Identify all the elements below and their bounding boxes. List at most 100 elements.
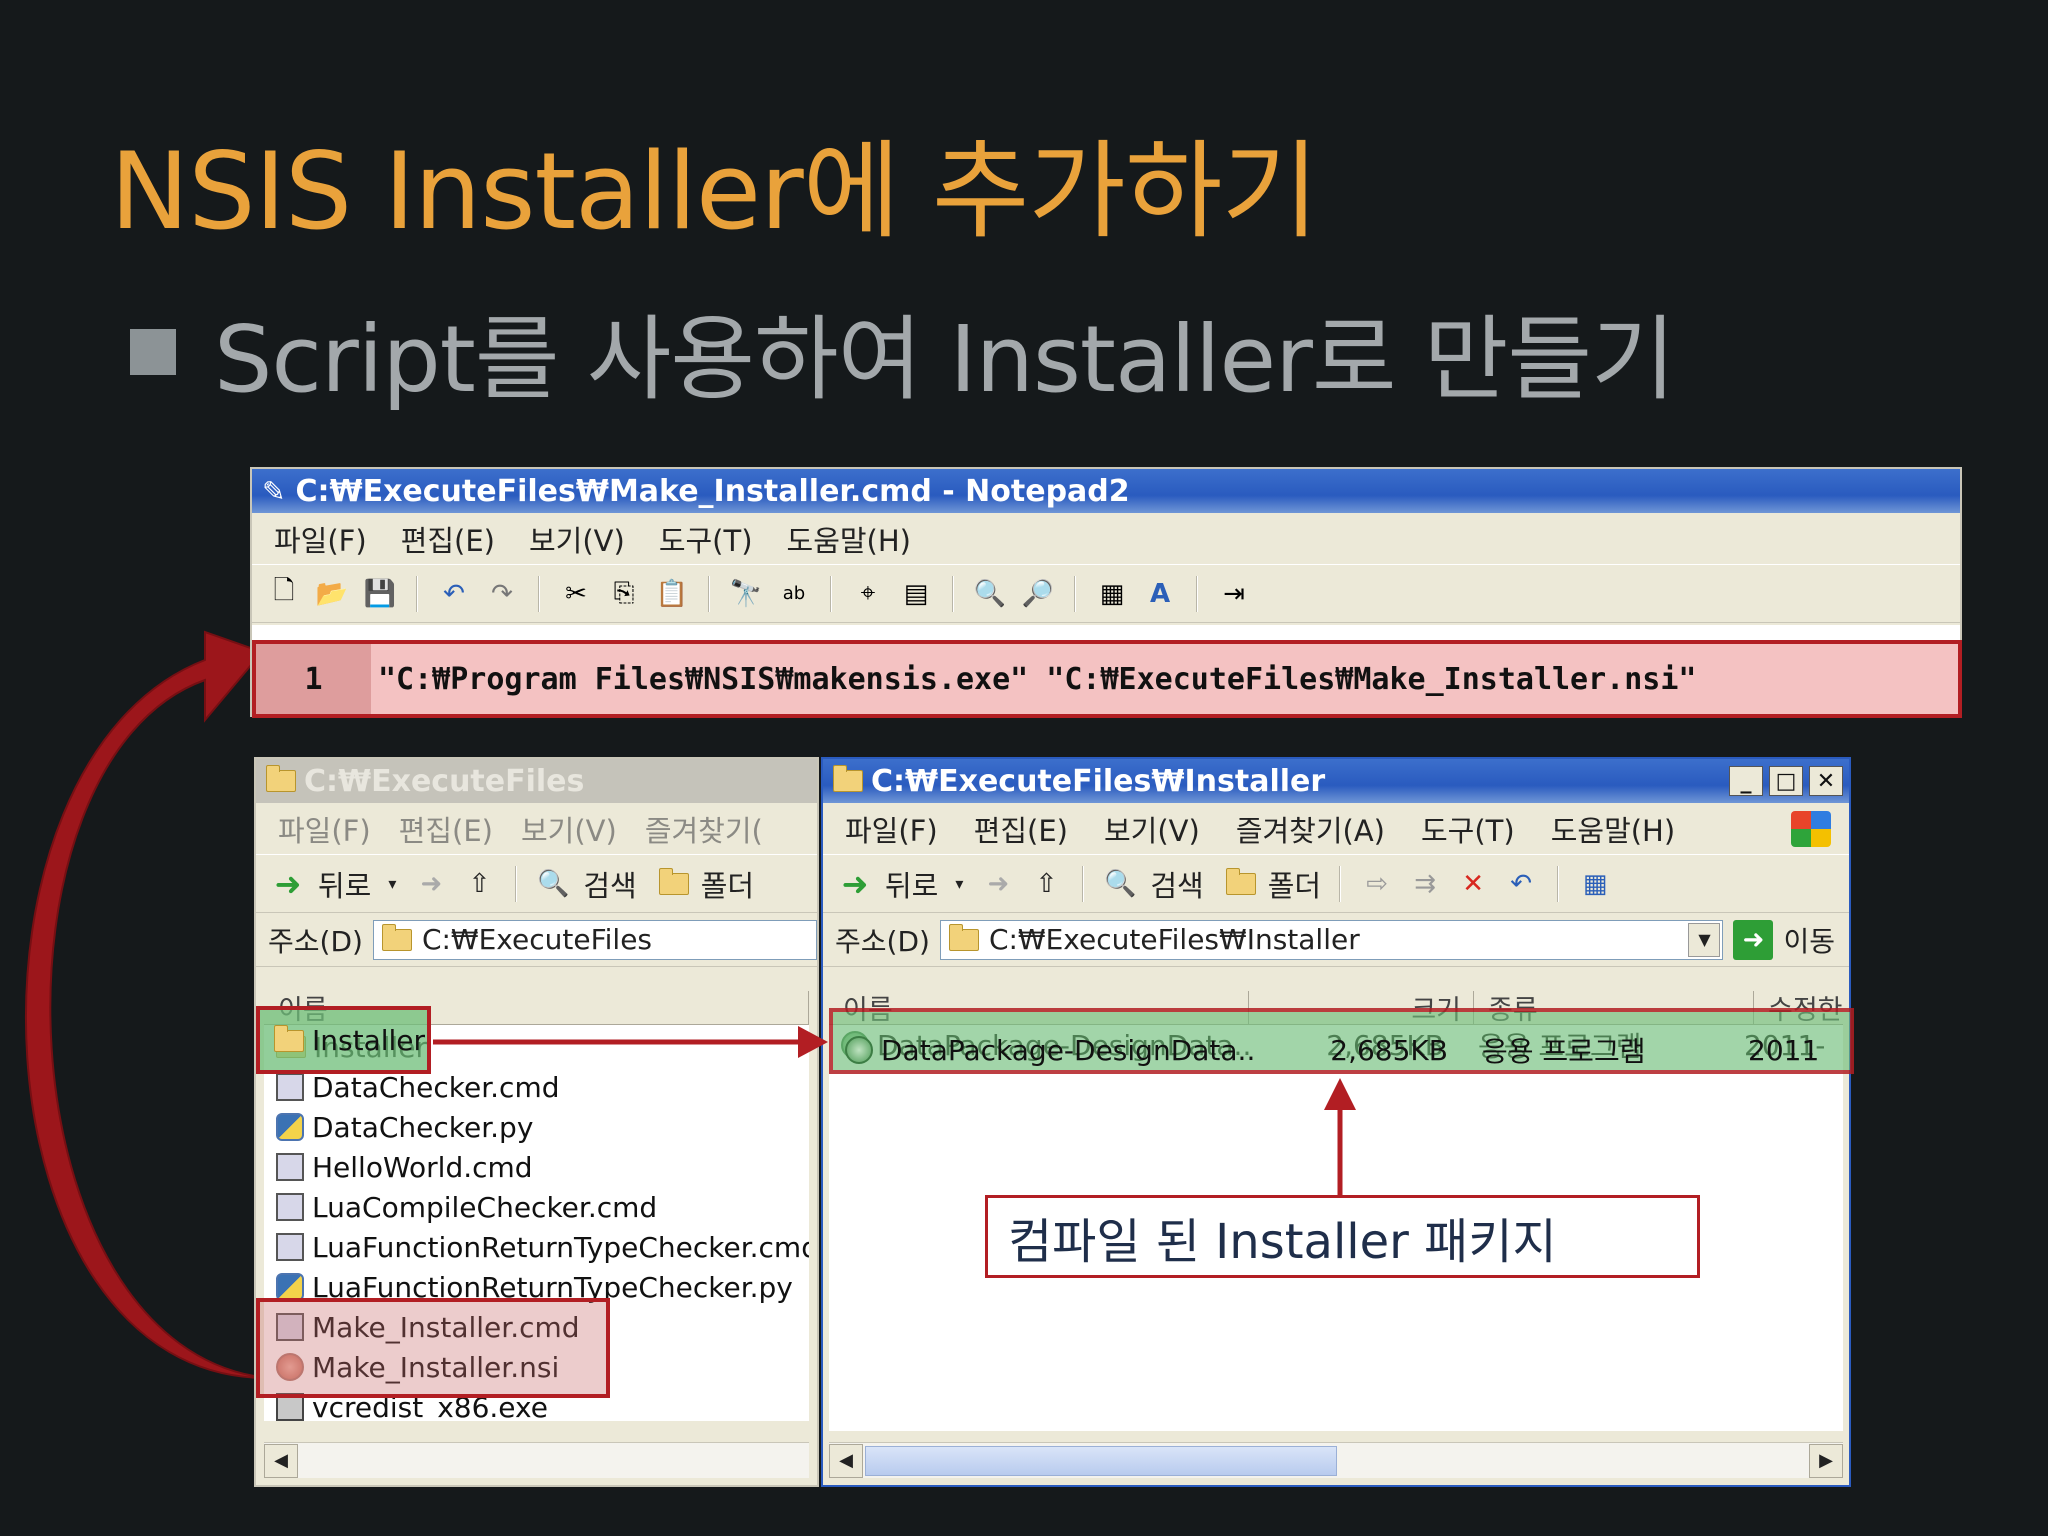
cell-modified: 2011- <box>1748 1033 1818 1067</box>
cmd-file-icon <box>276 1233 304 1261</box>
goto-icon[interactable]: ▤ <box>898 576 934 612</box>
list-item[interactable]: HelloWorld.cmd <box>264 1147 809 1187</box>
chevron-down-icon[interactable]: ▾ <box>383 866 401 902</box>
right-horizontal-scrollbar[interactable]: ◀ ▶ <box>829 1442 1843 1478</box>
folders-button[interactable]: 폴더 <box>701 863 754 905</box>
folders-button[interactable]: 폴더 <box>1268 863 1321 905</box>
delete-icon[interactable]: ✕ <box>1455 866 1491 902</box>
left-explorer-titlebar[interactable]: C:₩ExecuteFiles <box>256 759 817 803</box>
redo-icon[interactable]: ↷ <box>484 576 520 612</box>
address-dropdown-icon[interactable]: ▼ <box>1688 922 1721 957</box>
line-number: 1 <box>304 661 323 697</box>
replace-icon[interactable]: ab <box>776 576 812 612</box>
scroll-left-icon[interactable]: ◀ <box>264 1443 298 1478</box>
cell-name: DataPackage-DesignData... <box>881 1033 1253 1067</box>
undo-icon[interactable]: ↶ <box>436 576 472 612</box>
address-field[interactable]: C:₩ExecuteFiles₩Installer ▼ <box>939 919 1724 960</box>
toolbar-separator <box>1557 865 1560 902</box>
menu-favorites[interactable]: 즐겨찾기(A) <box>1236 808 1385 850</box>
search-icon[interactable]: 🔍 <box>535 866 571 902</box>
chevron-down-icon[interactable]: ▾ <box>950 866 968 902</box>
search-button[interactable]: 검색 <box>1150 863 1203 905</box>
go-button[interactable]: 이동 <box>1783 920 1835 960</box>
address-value: C:₩ExecuteFiles₩Installer <box>988 923 1360 956</box>
back-arrow-icon[interactable]: ➜ <box>270 865 306 903</box>
undo-icon[interactable]: ↶ <box>1503 866 1539 902</box>
zoom-in-icon[interactable]: 🔍 <box>972 576 1008 612</box>
back-button[interactable]: 뒤로 <box>885 863 938 905</box>
search-icon[interactable]: 🔍 <box>1102 866 1138 902</box>
cmd-file-icon <box>276 1073 304 1101</box>
copy-to-icon[interactable]: ⇉ <box>1407 866 1443 902</box>
forward-arrow-icon[interactable]: ➜ <box>413 866 449 902</box>
toolbar-separator <box>1082 865 1085 902</box>
cut-icon[interactable]: ✂ <box>558 576 594 612</box>
exit-icon[interactable]: ⇥ <box>1216 576 1252 612</box>
menu-edit[interactable]: 편집(E) <box>399 808 493 850</box>
up-folder-icon[interactable]: ⇧ <box>461 866 497 902</box>
menu-file[interactable]: 파일(F) <box>274 518 367 560</box>
menu-edit[interactable]: 편집(E) <box>974 808 1068 850</box>
menu-view[interactable]: 보기(V) <box>529 518 625 560</box>
right-explorer-titlebar[interactable]: C:₩ExecuteFiles₩Installer _ □ ✕ <box>823 759 1849 803</box>
notepad-toolbar: 🗋 📂 💾 ↶ ↷ ✂ ⎘ 📋 🔭 ab ⌖ ▤ 🔍 🔎 ▦ A ⇥ <box>252 565 1960 623</box>
back-arrow-icon[interactable]: ➜ <box>837 865 873 903</box>
bullet-text: Script를 사용하여 Installer로 만들기 <box>214 306 1676 413</box>
new-file-icon[interactable]: 🗋 <box>266 576 302 612</box>
search-button[interactable]: 검색 <box>583 863 636 905</box>
folder-icon <box>833 765 863 792</box>
menu-help[interactable]: 도움말(H) <box>787 518 911 560</box>
menu-edit[interactable]: 편집(E) <box>401 518 495 560</box>
zoom-out-icon[interactable]: 🔎 <box>1020 576 1056 612</box>
scheme-icon[interactable]: ▦ <box>1094 576 1130 612</box>
copy-icon[interactable]: ⎘ <box>606 576 642 612</box>
notepad-title: C:₩ExecuteFiles₩Make_Installer.cmd - Not… <box>295 473 1130 509</box>
folder-icon <box>381 923 412 951</box>
up-folder-icon[interactable]: ⇧ <box>1028 866 1064 902</box>
list-item[interactable]: LuaFunctionReturnTypeChecker.cmd <box>264 1227 809 1267</box>
file-name: Installer <box>312 1024 426 1057</box>
notepad-titlebar[interactable]: ✎ C:₩ExecuteFiles₩Make_Installer.cmd - N… <box>252 469 1960 513</box>
move-to-icon[interactable]: ⇨ <box>1359 866 1395 902</box>
scroll-left-icon[interactable]: ◀ <box>829 1443 863 1478</box>
left-horizontal-scrollbar[interactable]: ◀ <box>264 1442 809 1478</box>
menu-tools[interactable]: 도구(T) <box>659 518 753 560</box>
menu-favorites[interactable]: 즐겨찾기( <box>645 808 763 850</box>
open-folder-icon[interactable]: 📂 <box>314 576 350 612</box>
list-item[interactable]: LuaCompileChecker.cmd <box>264 1187 809 1227</box>
menu-file[interactable]: 파일(F) <box>278 808 371 850</box>
cell-size: 2,685KB <box>1330 1033 1448 1067</box>
folders-icon[interactable] <box>658 867 689 895</box>
font-icon[interactable]: A <box>1142 576 1178 612</box>
forward-arrow-icon[interactable]: ➜ <box>980 866 1016 902</box>
save-icon[interactable]: 💾 <box>362 576 398 612</box>
close-icon[interactable]: ✕ <box>1809 766 1843 796</box>
toolbar-separator <box>416 575 418 612</box>
minimize-icon[interactable]: _ <box>1729 766 1763 796</box>
file-name: LuaFunctionReturnTypeChecker.cmd <box>312 1230 809 1264</box>
menu-view[interactable]: 보기(V) <box>521 808 617 850</box>
toolbar-separator <box>515 865 518 902</box>
scroll-thumb[interactable] <box>865 1445 1337 1476</box>
go-arrow-icon[interactable]: ➜ <box>1733 919 1774 960</box>
list-item[interactable]: DataChecker.py <box>264 1107 809 1147</box>
left-explorer-title: C:₩ExecuteFiles <box>304 763 585 799</box>
find-icon[interactable]: 🔭 <box>728 576 764 612</box>
menu-tools[interactable]: 도구(T) <box>1421 808 1515 850</box>
maximize-icon[interactable]: □ <box>1769 766 1803 796</box>
menu-file[interactable]: 파일(F) <box>845 808 938 850</box>
python-file-icon <box>276 1113 304 1141</box>
scroll-right-icon[interactable]: ▶ <box>1809 1443 1843 1478</box>
back-button[interactable]: 뒤로 <box>318 863 371 905</box>
paste-icon[interactable]: 📋 <box>654 576 690 612</box>
code-line-highlight: 1 "C:₩Program Files₩NSIS₩makensis.exe" "… <box>252 640 1962 718</box>
folders-icon[interactable] <box>1225 867 1256 895</box>
code-line[interactable]: "C:₩Program Files₩NSIS₩makensis.exe" "C:… <box>378 644 1953 714</box>
menu-help[interactable]: 도움말(H) <box>1551 808 1675 850</box>
wrap-icon[interactable]: ⌖ <box>850 576 886 612</box>
installer-folder-row-overlay: Installer <box>274 1024 425 1057</box>
make-installer-highlight <box>256 1298 610 1398</box>
menu-view[interactable]: 보기(V) <box>1104 808 1200 850</box>
views-icon[interactable]: ▦ <box>1577 866 1613 902</box>
address-field[interactable]: C:₩ExecuteFiles <box>372 919 817 960</box>
